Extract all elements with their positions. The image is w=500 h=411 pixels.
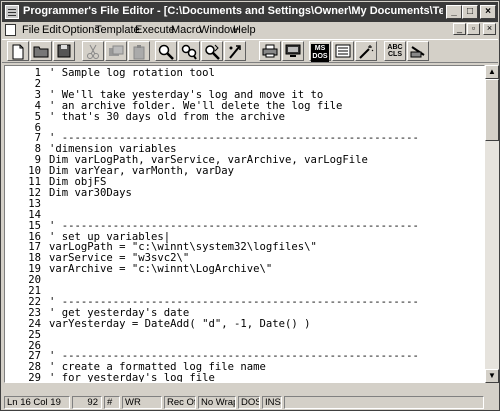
status-blank	[284, 396, 484, 409]
save-disk-icon[interactable]	[53, 41, 75, 61]
dos-command-icon[interactable]: MS DOS	[309, 41, 331, 62]
code-line[interactable]: 24 varYesterday = DateAdd( "d", -1, Date(…	[5, 317, 310, 330]
status-wrap: No Wrap	[198, 396, 236, 409]
menu-execute[interactable]: Execute	[135, 24, 175, 36]
copy-icon[interactable]	[105, 41, 127, 61]
print-icon[interactable]	[259, 41, 281, 61]
line-number: 15	[28, 219, 41, 232]
toolbar: MS DOS ABC CLS	[2, 39, 498, 63]
title-bar[interactable]: Programmer's File Editor - [C:\Documents…	[2, 2, 498, 22]
paste-icon[interactable]	[128, 41, 150, 61]
line-number: 29	[28, 372, 41, 383]
code-line[interactable]: 4 ' an archive folder. We'll delete the l…	[5, 99, 343, 112]
list-window-icon[interactable]	[332, 41, 354, 61]
cls-label: CLS	[388, 51, 402, 58]
line-text: ' an archive folder. We'll delete the lo…	[49, 99, 343, 112]
close-button[interactable]: ×	[480, 5, 496, 19]
code-line[interactable]: 15 ' ------------------------------------…	[5, 219, 419, 232]
ascii-icon[interactable]: ABC CLS	[384, 41, 406, 61]
line-number: 14	[28, 208, 41, 221]
cut-scissors-icon[interactable]	[82, 41, 104, 61]
scroll-thumb[interactable]	[485, 79, 499, 141]
line-text: varArchive = "c:\winnt\LogArchive\"	[49, 263, 273, 276]
find-magnifier-icon[interactable]	[155, 41, 177, 61]
line-text: varYesterday = DateAdd( "d", -1, Date() …	[49, 317, 311, 330]
status-bar: Ln 16 Col 19 92 # WR Rec Off No Wrap DOS…	[2, 394, 498, 410]
mdi-minimize-button[interactable]: _	[453, 23, 466, 35]
keyboard-icon[interactable]	[407, 41, 429, 61]
app-icon[interactable]	[5, 5, 19, 19]
menu-macro[interactable]: Macro	[171, 24, 202, 36]
line-text: ' --------------------------------------…	[49, 219, 419, 232]
window-title: Programmer's File Editor - [C:\Documents…	[23, 5, 443, 17]
status-count: 92	[72, 396, 102, 409]
minimize-button[interactable]: _	[446, 5, 462, 19]
line-text: Dim var30Days	[49, 186, 132, 199]
line-number: 25	[28, 328, 41, 341]
status-mode: WR	[122, 396, 162, 409]
editor-window: Programmer's File Editor - [C:\Documents…	[0, 0, 500, 411]
menu-help[interactable]: Help	[233, 24, 256, 36]
ms-dos-label: MS DOS	[311, 44, 329, 62]
line-number: 5	[34, 110, 41, 123]
status-record: Rec Off	[164, 396, 196, 409]
scroll-up-button[interactable]: ▲	[485, 65, 499, 79]
code-line[interactable]: 29 ' for yesterday's log file	[5, 372, 215, 383]
status-insert: INS	[262, 396, 282, 409]
scroll-down-button[interactable]: ▼	[485, 369, 499, 383]
monitor-icon[interactable]	[282, 41, 304, 61]
code-editor[interactable]: 1 ' Sample log rotation tool 2 3 ' We'll tak…	[4, 65, 485, 383]
wand-icon[interactable]	[355, 41, 377, 61]
mdi-restore-button[interactable]: ▫	[467, 23, 480, 35]
code-line[interactable]: 5 ' that's 30 days old from the archive	[5, 110, 285, 123]
mdi-close-button[interactable]: ×	[483, 23, 496, 35]
code-line[interactable]: 25	[5, 328, 41, 341]
goto-line-icon[interactable]	[224, 41, 246, 61]
menu-template[interactable]: Template	[95, 24, 140, 36]
status-format: DOS	[238, 396, 260, 409]
vertical-scrollbar[interactable]: ▲ ▼	[485, 65, 499, 383]
replace-icon[interactable]	[201, 41, 223, 61]
status-flag: #	[104, 396, 120, 409]
maximize-button[interactable]: □	[462, 5, 478, 19]
open-folder-icon[interactable]	[30, 41, 52, 61]
status-position: Ln 16 Col 19	[4, 396, 70, 409]
line-text: ' that's 30 days old from the archive	[49, 110, 285, 123]
line-text: ' Sample log rotation tool	[49, 67, 215, 79]
menu-file[interactable]: File	[22, 24, 40, 36]
line-number: 24	[28, 317, 41, 330]
code-line[interactable]: 14	[5, 208, 41, 221]
menu-bar: File Edit Options Template Execute Macro…	[2, 22, 498, 38]
menu-edit[interactable]: Edit	[42, 24, 61, 36]
line-text: ' for yesterday's log file	[49, 372, 215, 383]
find-next-icon[interactable]	[178, 41, 200, 61]
document-icon[interactable]	[5, 24, 16, 36]
abc-label: ABC	[387, 44, 403, 51]
line-number: 4	[34, 99, 41, 112]
new-file-icon[interactable]	[7, 41, 29, 61]
